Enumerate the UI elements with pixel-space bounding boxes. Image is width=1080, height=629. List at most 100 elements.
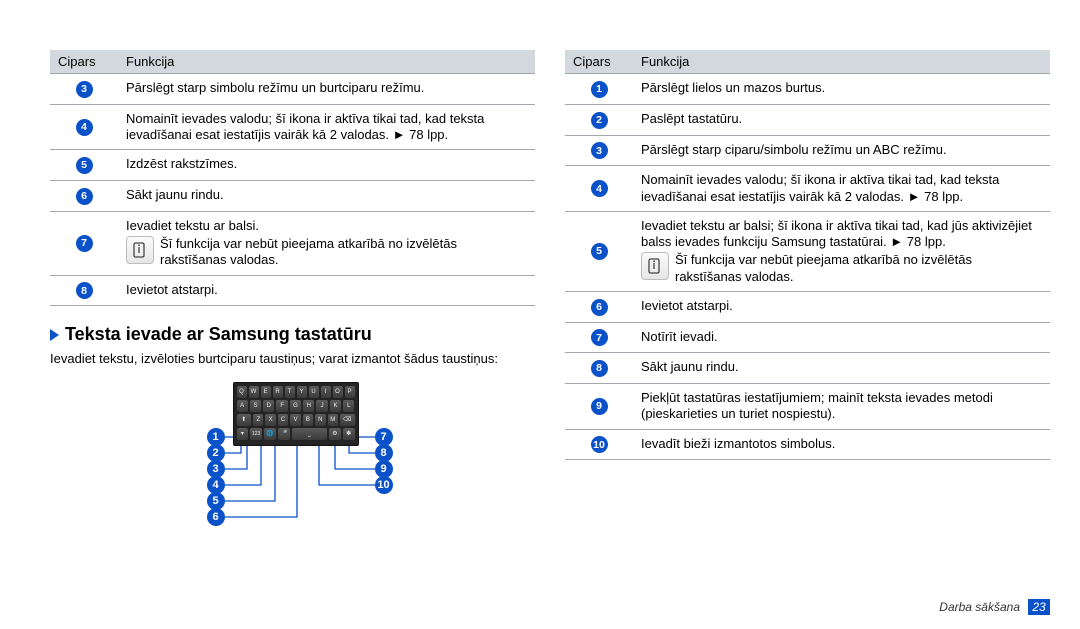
delete-key: ⌫ xyxy=(340,414,355,426)
row-desc-text: Pārslēgt lielos un mazos burtus. xyxy=(641,80,825,95)
row-desc-text: Paslēpt tastatūru. xyxy=(641,111,742,126)
letter-key: E xyxy=(261,386,271,398)
letter-key: N xyxy=(315,414,325,426)
page: Cipars Funkcija 3 Pārslēgt starp simbolu … xyxy=(0,0,1080,562)
col-header-cipars: Cipars xyxy=(50,50,118,74)
kb-row-4: ▾ 123 🌐 🎤 ⎵ ⚙ ✽ xyxy=(237,428,355,440)
number-badge: 5 xyxy=(76,157,93,174)
table-row: 6 Ievietot atstarpi. xyxy=(565,291,1050,322)
row-desc-cell: Piekļūt tastatūras iestatījumiem; mainīt… xyxy=(633,384,1050,430)
row-desc-text: Ievietot atstarpi. xyxy=(641,298,733,313)
row-desc-text: Pārslēgt starp simbolu režīmu un burtcip… xyxy=(126,80,424,95)
right-table-body: 1 Pārslēgt lielos un mazos burtus. 2Paslēp… xyxy=(565,74,1050,460)
table-row: 4Nomainīt ievades valodu; šī ikona ir ak… xyxy=(50,104,535,150)
row-number-cell: 1 xyxy=(565,74,633,105)
col-header-funkcija: Funkcija xyxy=(633,50,1050,74)
left-column: Cipars Funkcija 3 Pārslēgt starp simbolu … xyxy=(50,50,535,562)
row-number-cell: 3 xyxy=(50,74,118,105)
lang-key: 🌐 xyxy=(264,428,276,440)
table-row: 8 Sākt jaunu rindu. xyxy=(565,353,1050,384)
row-desc-cell: Pārslēgt starp ciparu/simbolu režīmu un … xyxy=(633,135,1050,166)
row-desc-cell: Sākt jaunu rindu. xyxy=(633,353,1050,384)
row-number-cell: 5 xyxy=(565,211,633,291)
number-badge: 4 xyxy=(591,180,608,197)
letter-key: S xyxy=(250,400,261,412)
row-number-cell: 5 xyxy=(50,150,118,181)
row-number-cell: 4 xyxy=(565,166,633,212)
row-number-cell: 4 xyxy=(50,104,118,150)
kb-row-2: ASDFGHJKL xyxy=(237,400,355,412)
table-row: 7 Notīrīt ievadi. xyxy=(565,322,1050,353)
sym-key: 123 xyxy=(250,428,262,440)
section-heading: Teksta ievade ar Samsung tastatūru xyxy=(50,324,535,345)
number-badge: 6 xyxy=(76,188,93,205)
row-desc-cell: Sākt jaunu rindu. xyxy=(118,181,535,212)
table-row: 8 Ievietot atstarpi. xyxy=(50,275,535,306)
settings-key: ⚙ xyxy=(329,428,341,440)
row-desc-text: Ievadīt bieži izmantotos simbolus. xyxy=(641,436,835,451)
table-row: 5 Ievadiet tekstu ar balsi; šī ikona ir a… xyxy=(565,211,1050,291)
note-icon xyxy=(641,252,669,280)
letter-key: Z xyxy=(253,414,263,426)
row-desc-text: Notīrīt ievadi. xyxy=(641,329,718,344)
table-row: 2Paslēpt tastatūru. xyxy=(565,104,1050,135)
number-badge: 6 xyxy=(591,299,608,316)
table-row: 9 Piekļūt tastatūras iestatījumiem; mainī… xyxy=(565,384,1050,430)
letter-key: A xyxy=(237,400,248,412)
letter-key: I xyxy=(321,386,331,398)
letter-key: H xyxy=(303,400,314,412)
table-row: 7 Ievadiet tekstu ar balsi. Šī funkcija va… xyxy=(50,211,535,275)
letter-key: M xyxy=(328,414,338,426)
number-badge: 1 xyxy=(591,81,608,98)
number-badge: 7 xyxy=(76,235,93,252)
symbols2-key: ✽ xyxy=(343,428,355,440)
note-text: Šī funkcija var nebūt pieejama atkarībā … xyxy=(160,236,527,269)
row-desc-text: Nomainīt ievades valodu; šī ikona ir akt… xyxy=(641,172,999,203)
row-number-cell: 10 xyxy=(565,429,633,460)
number-badge: 7 xyxy=(591,329,608,346)
row-desc-text: Ievietot atstarpi. xyxy=(126,282,218,297)
letter-key: Y xyxy=(297,386,307,398)
row-number-cell: 7 xyxy=(565,322,633,353)
number-badge: 8 xyxy=(591,360,608,377)
shift-key: ⬆ xyxy=(237,414,252,426)
row-desc-cell: Ievietot atstarpi. xyxy=(633,291,1050,322)
table-row: 5 Izdzēst rakstzīmes. xyxy=(50,150,535,181)
row-desc-text: Pārslēgt starp ciparu/simbolu režīmu un … xyxy=(641,142,947,157)
row-desc-text: Ievadiet tekstu ar balsi; šī ikona ir ak… xyxy=(641,218,1032,249)
row-desc-text: Izdzēst rakstzīmes. xyxy=(126,156,237,171)
letter-key: P xyxy=(345,386,355,398)
right-column: Cipars Funkcija 1 Pārslēgt lielos un mazo… xyxy=(565,50,1050,562)
table-row: 10 Ievadīt bieži izmantotos simbolus. xyxy=(565,429,1050,460)
row-number-cell: 6 xyxy=(50,181,118,212)
row-desc-cell: Ievadīt bieži izmantotos simbolus. xyxy=(633,429,1050,460)
letter-key: J xyxy=(316,400,327,412)
kb-row-1: QWERTYUIOP xyxy=(237,386,355,398)
row-desc-text: Sākt jaunu rindu. xyxy=(641,359,739,374)
row-number-cell: 3 xyxy=(565,135,633,166)
col-header-funkcija: Funkcija xyxy=(118,50,535,74)
keyboard-diagram: QWERTYUIOP ASDFGHJKL ⬆ ZXCVBNM⌫ ▾ 123 🌐 … xyxy=(123,382,463,562)
table-row: 3 Pārslēgt starp ciparu/simbolu režīmu un… xyxy=(565,135,1050,166)
number-badge: 5 xyxy=(591,243,608,260)
letter-key: U xyxy=(309,386,319,398)
note-icon xyxy=(126,236,154,264)
row-number-cell: 9 xyxy=(565,384,633,430)
left-table-body: 3 Pārslēgt starp simbolu režīmu un burtci… xyxy=(50,74,535,306)
row-desc-cell: Notīrīt ievadi. xyxy=(633,322,1050,353)
row-desc-text: Ievadiet tekstu ar balsi. xyxy=(126,218,259,233)
letter-key: V xyxy=(290,414,300,426)
callout-6: 6 xyxy=(207,508,225,526)
callout-10: 10 xyxy=(375,476,393,494)
number-badge: 8 xyxy=(76,282,93,299)
footer: Darba sākšana 23 xyxy=(939,599,1050,615)
row-desc-text: Piekļūt tastatūras iestatījumiem; mainīt… xyxy=(641,390,993,421)
letter-key: B xyxy=(303,414,313,426)
col-header-cipars: Cipars xyxy=(565,50,633,74)
note-text: Šī funkcija var nebūt pieejama atkarībā … xyxy=(675,252,1042,285)
space-key: ⎵ xyxy=(292,428,327,440)
letter-key: O xyxy=(333,386,343,398)
row-desc-cell: Pārslēgt lielos un mazos burtus. xyxy=(633,74,1050,105)
letter-key: T xyxy=(285,386,295,398)
number-badge: 3 xyxy=(591,142,608,159)
